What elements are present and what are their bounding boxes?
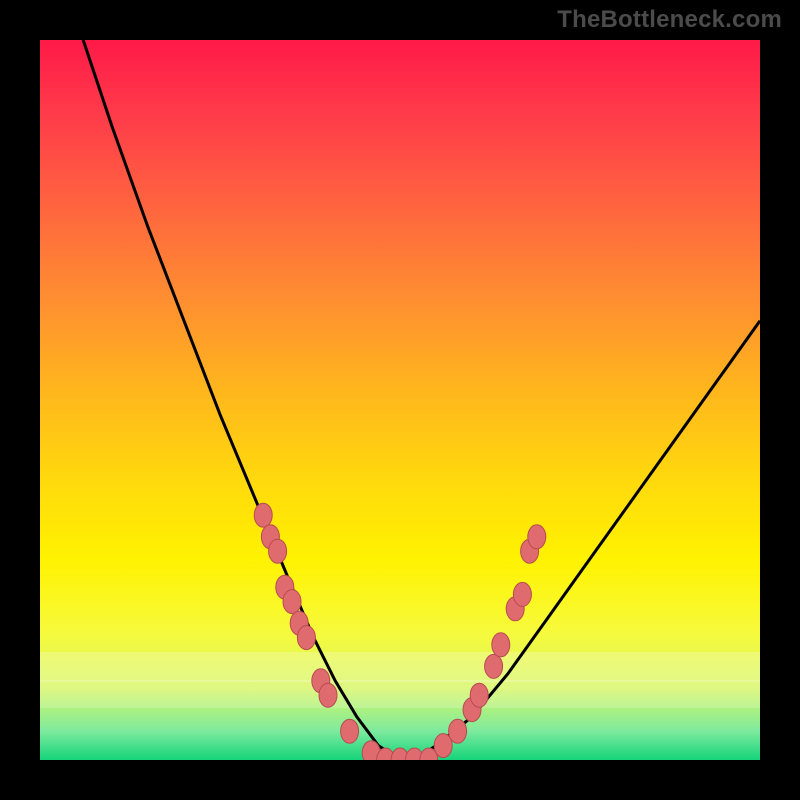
curve-marker <box>269 539 287 563</box>
curve-marker <box>449 719 467 743</box>
curve-marker <box>528 525 546 549</box>
curve-marker <box>470 683 488 707</box>
watermark-text: TheBottleneck.com <box>557 6 782 34</box>
curve-marker <box>297 626 315 650</box>
curve-marker <box>319 683 337 707</box>
curve-marker <box>485 654 503 678</box>
bottleneck-curve <box>83 40 760 760</box>
curve-marker <box>513 582 531 606</box>
curve-marker <box>283 590 301 614</box>
curve-markers <box>254 503 546 760</box>
bottleneck-curve-svg <box>40 40 760 760</box>
curve-marker <box>341 719 359 743</box>
plot-area <box>40 40 760 760</box>
chart-frame: TheBottleneck.com <box>0 0 800 800</box>
curve-marker <box>254 503 272 527</box>
curve-marker <box>492 633 510 657</box>
